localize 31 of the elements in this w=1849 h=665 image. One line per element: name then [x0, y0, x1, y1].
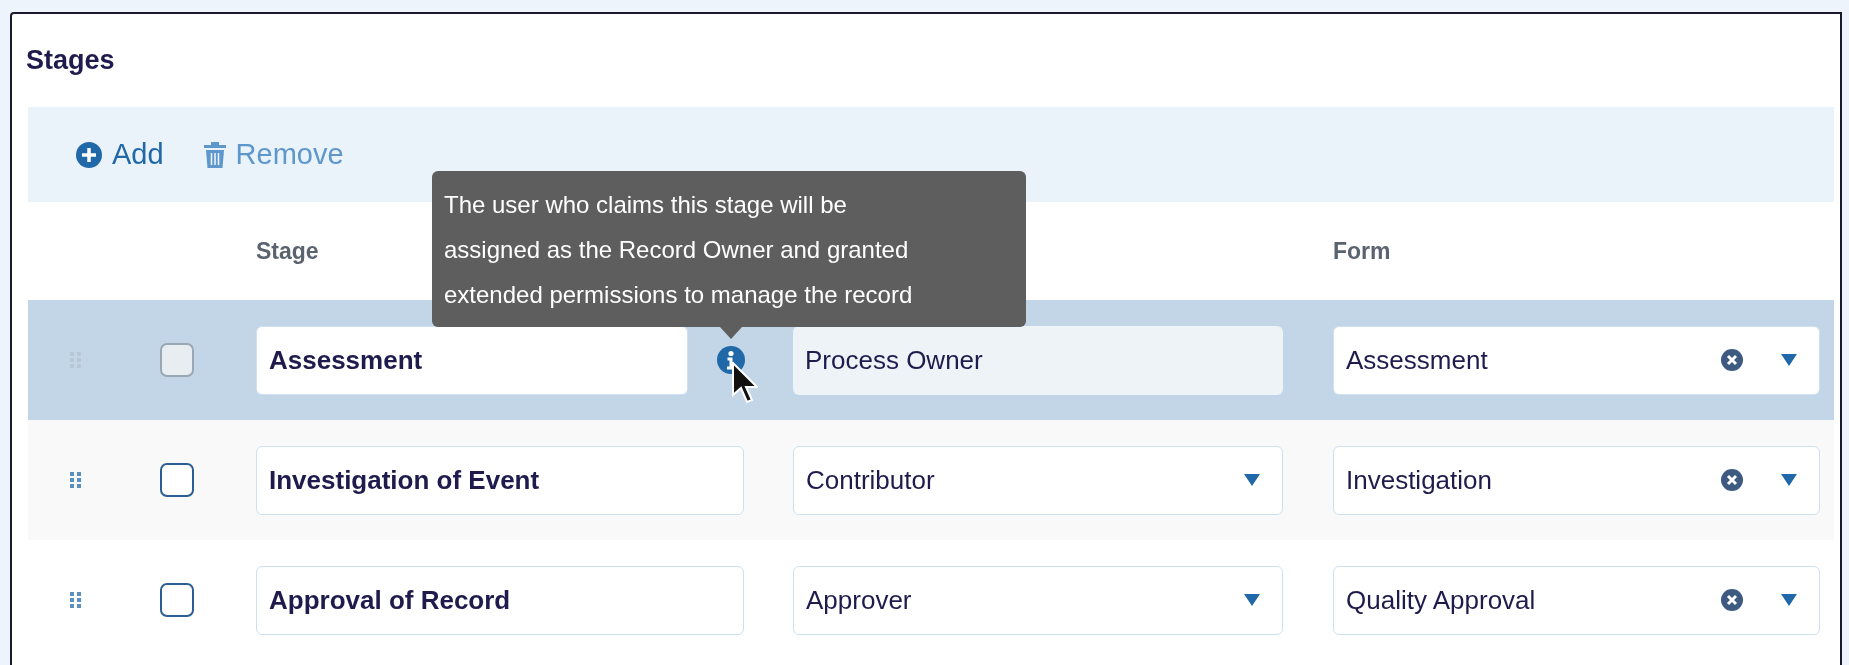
clear-icon — [1721, 469, 1743, 491]
checkbox[interactable] — [160, 463, 194, 497]
section-title: Stages — [26, 44, 115, 78]
column-header: Form — [1333, 236, 1391, 266]
clear-icon — [1721, 349, 1743, 371]
trash-icon — [203, 141, 226, 168]
tooltip: The user who claims this stage will be assigned as the Record Owner and granted extended permissions to manage the record — [432, 171, 1026, 327]
dropdown-arrow-icon — [1781, 474, 1797, 486]
dropdown-arrow-icon — [1781, 354, 1797, 366]
form-dropdown[interactable]: Investigation — [1333, 445, 1820, 515]
add-button[interactable]: Add — [76, 132, 164, 177]
drag-handle-icon[interactable] — [69, 592, 81, 608]
column-header: Stage — [256, 237, 319, 264]
stage-name-field[interactable]: Approval of Record — [256, 565, 744, 635]
stage-name-field[interactable]: Investigation of Event — [256, 445, 744, 515]
dropdown-arrow-icon — [1244, 594, 1260, 606]
cursor-icon — [732, 362, 758, 404]
role-dropdown[interactable]: Contributor — [793, 445, 1283, 515]
form-dropdown[interactable]: Assessment — [1333, 325, 1820, 395]
stage-name-field[interactable]: Assessment — [256, 325, 688, 395]
role-dropdown[interactable]: Approver — [793, 565, 1283, 635]
checkbox[interactable] — [160, 583, 194, 617]
table-row[interactable]: Investigation of Event Contributor Investigation — [28, 420, 1834, 540]
tooltip-arrow — [720, 327, 742, 339]
role-field: Process Owner — [793, 325, 1283, 395]
dropdown-arrow-icon — [1781, 594, 1797, 606]
form-dropdown[interactable]: Quality Approval — [1333, 565, 1820, 635]
drag-handle-icon[interactable] — [69, 472, 81, 488]
clear-icon — [1721, 589, 1743, 611]
plus-circle-icon — [76, 141, 102, 168]
dropdown-arrow-icon — [1244, 474, 1260, 486]
